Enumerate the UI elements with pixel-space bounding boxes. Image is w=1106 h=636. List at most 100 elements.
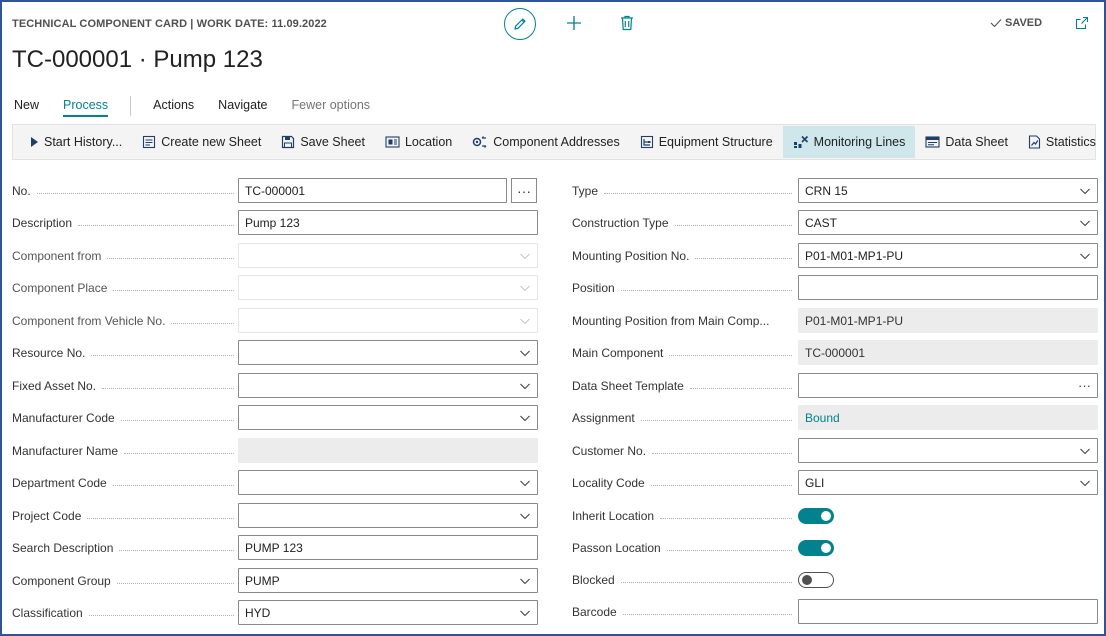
chevron-down-icon <box>520 480 530 487</box>
chevron-down-icon <box>1080 220 1090 227</box>
department-code-dropdown[interactable] <box>238 470 538 495</box>
field-inherit-location: Inherit Location <box>572 503 1098 529</box>
field-department-code: Department Code <box>12 470 538 496</box>
addresses-icon <box>472 136 487 148</box>
field-no: No. TC-000001 ··· <box>12 178 538 204</box>
tab-new[interactable]: New <box>14 98 39 115</box>
data-sheet-icon <box>925 136 940 148</box>
fixed-asset-no-dropdown[interactable] <box>238 373 538 398</box>
manufacturer-name-value <box>238 438 538 463</box>
field-resource-no: Resource No. <box>12 340 538 366</box>
field-fixed-asset-no: Fixed Asset No. <box>12 373 538 399</box>
manufacturer-code-dropdown[interactable] <box>238 405 538 430</box>
field-assignment: Assignment Bound <box>572 405 1098 431</box>
field-component-from: Component from <box>12 243 538 269</box>
delete-button[interactable] <box>615 11 639 35</box>
action-bar: New Process Actions Navigate Fewer optio… <box>14 94 394 118</box>
data-sheet-button[interactable]: Data Sheet <box>915 125 1018 159</box>
tab-process[interactable]: Process <box>63 98 109 117</box>
assignment-value: Bound <box>798 405 1098 430</box>
field-search-description: Search Description PUMP 123 <box>12 535 538 561</box>
trash-icon <box>621 15 633 31</box>
open-new-window-button[interactable] <box>1070 11 1094 35</box>
component-addresses-button[interactable]: Component Addresses <box>462 125 629 159</box>
component-group-dropdown[interactable]: PUMP <box>238 568 538 593</box>
save-icon <box>282 135 295 149</box>
monitoring-lines-button[interactable]: Monitoring Lines <box>782 126 916 158</box>
tab-navigate[interactable]: Navigate <box>218 98 267 115</box>
tab-actions[interactable]: Actions <box>153 98 194 115</box>
mounting-position-main-value: P01-M01-MP1-PU <box>798 308 1098 333</box>
field-main-component: Main Component TC-000001 <box>572 340 1098 366</box>
field-construction-type: Construction Type CAST <box>572 210 1098 236</box>
monitoring-icon <box>793 135 808 148</box>
passon-location-toggle[interactable] <box>798 540 834 556</box>
chevron-down-icon <box>1080 188 1090 195</box>
mounting-position-no-dropdown[interactable]: P01-M01-MP1-PU <box>798 243 1098 268</box>
field-project-code: Project Code <box>12 503 538 529</box>
start-history-button[interactable]: Start History... <box>19 125 132 159</box>
save-sheet-button[interactable]: Save Sheet <box>271 125 375 159</box>
checkmark-icon <box>990 19 1002 28</box>
classification-dropdown[interactable]: HYD <box>238 600 538 625</box>
component-from-vehicle-dropdown <box>238 308 538 333</box>
location-button[interactable]: Location <box>375 125 462 159</box>
chevron-down-icon <box>520 415 530 422</box>
equipment-structure-button[interactable]: Equipment Structure <box>630 125 783 159</box>
customer-no-dropdown[interactable] <box>798 438 1098 463</box>
field-locality-code: Locality Code GLI <box>572 470 1098 496</box>
data-sheet-template-lookup[interactable]: ··· <box>798 373 1098 398</box>
edit-button[interactable] <box>504 8 536 40</box>
chevron-down-icon <box>520 610 530 617</box>
resource-no-dropdown[interactable] <box>238 340 538 365</box>
page-frame: TECHNICAL COMPONENT CARD | WORK DATE: 11… <box>0 0 1106 636</box>
page-title: TC-000001 · Pump 123 <box>12 46 263 73</box>
description-input[interactable]: Pump 123 <box>238 210 538 235</box>
blocked-toggle[interactable] <box>798 572 834 588</box>
no-input[interactable]: TC-000001 <box>238 178 507 203</box>
field-position: Position <box>572 275 1098 301</box>
field-mounting-position-no: Mounting Position No. P01-M01-MP1-PU <box>572 243 1098 269</box>
saved-status: SAVED <box>990 17 1042 29</box>
statistics-button[interactable]: Statistics <box>1018 125 1106 159</box>
new-sheet-icon <box>143 135 156 149</box>
field-passon-location: Passon Location <box>572 535 1098 561</box>
play-icon <box>31 137 38 147</box>
position-input[interactable] <box>798 275 1098 300</box>
field-component-place: Component Place <box>12 275 538 301</box>
field-customer-no: Customer No. <box>572 438 1098 464</box>
chevron-down-icon <box>520 350 530 357</box>
project-code-dropdown[interactable] <box>238 503 538 528</box>
field-manufacturer-name: Manufacturer Name <box>12 438 538 464</box>
locality-code-dropdown[interactable]: GLI <box>798 470 1098 495</box>
add-button[interactable] <box>562 11 586 35</box>
saved-label: SAVED <box>1005 17 1043 29</box>
action-bar-divider <box>130 96 132 116</box>
chevron-down-icon <box>520 318 530 325</box>
main-component-value: TC-000001 <box>798 340 1098 365</box>
chevron-down-icon <box>520 578 530 585</box>
field-component-group: Component Group PUMP <box>12 568 538 594</box>
chevron-down-icon <box>1080 448 1090 455</box>
pencil-icon <box>514 18 526 30</box>
chevron-down-icon <box>1080 480 1090 487</box>
create-new-sheet-button[interactable]: Create new Sheet <box>132 125 271 159</box>
construction-type-dropdown[interactable]: CAST <box>798 210 1098 235</box>
location-icon <box>385 136 400 148</box>
process-toolbar: Start History... Create new Sheet Save S… <box>12 124 1096 160</box>
ellipsis-icon[interactable]: ··· <box>1078 378 1091 393</box>
chevron-down-icon <box>520 253 530 260</box>
chevron-down-icon <box>520 285 530 292</box>
no-assist-button[interactable]: ··· <box>511 178 537 203</box>
search-description-input[interactable]: PUMP 123 <box>238 535 538 560</box>
page-caption: TECHNICAL COMPONENT CARD | WORK DATE: 11… <box>12 18 327 30</box>
tab-fewer-options[interactable]: Fewer options <box>292 98 371 115</box>
field-classification: Classification HYD <box>12 600 538 626</box>
field-manufacturer-code: Manufacturer Code <box>12 405 538 431</box>
field-blocked: Blocked <box>572 567 1098 593</box>
field-description: Description Pump 123 <box>12 210 538 236</box>
barcode-input[interactable] <box>798 599 1098 624</box>
inherit-location-toggle[interactable] <box>798 508 834 524</box>
type-dropdown[interactable]: CRN 15 <box>798 178 1098 203</box>
chevron-down-icon <box>1080 253 1090 260</box>
